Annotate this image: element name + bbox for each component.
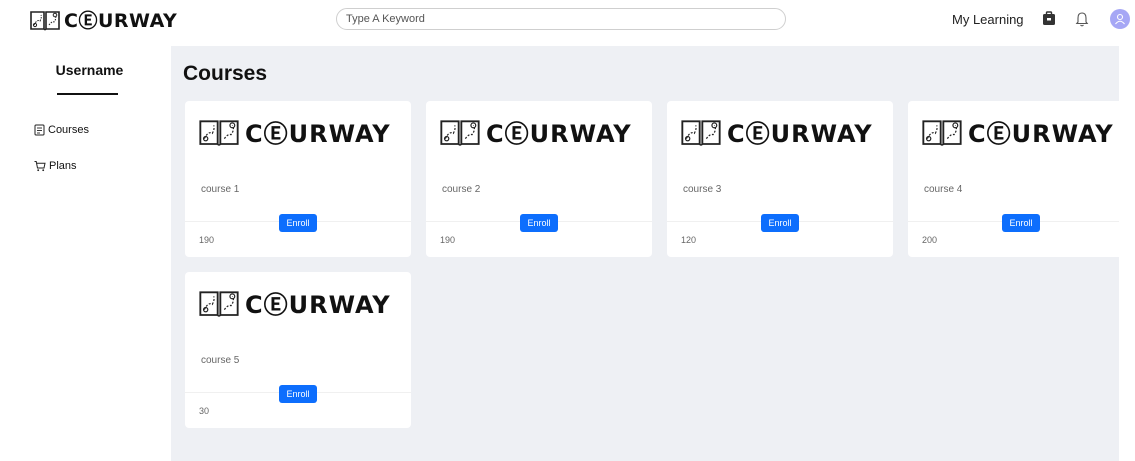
main-content: Courses CⒺURWAY course 1 Enroll 190 CⒺUR… [171,46,1134,461]
sidebar-item-label: Courses [48,124,89,136]
brand-name: CⒺURWAY [64,10,178,32]
enroll-button[interactable]: Enroll [279,214,317,232]
course-card[interactable]: CⒺURWAY course 1 Enroll 190 [185,101,411,257]
course-logo-text: CⒺURWAY [245,120,391,148]
sidebar-username: Username [55,62,124,78]
username-divider [57,93,118,95]
course-logo: CⒺURWAY [440,114,632,149]
course-name: course 3 [683,184,722,195]
course-price: 120 [681,235,697,245]
my-learning-link[interactable]: My Learning [952,12,1024,27]
book-map-icon [199,119,239,146]
user-avatar[interactable] [1110,9,1130,29]
book-map-icon [922,119,962,146]
course-name: course 1 [201,184,240,195]
sidebar-item-plans[interactable]: Plans [34,160,77,172]
course-price: 190 [199,235,215,245]
course-name: course 4 [924,184,963,195]
brand-logo[interactable]: CⒺURWAY [30,6,177,33]
sidebar-item-courses[interactable]: Courses [34,124,89,136]
briefcase-icon[interactable] [1040,10,1058,28]
cart-icon [34,161,46,172]
course-price: 190 [440,235,456,245]
page-title: Courses [183,62,268,85]
book-map-icon [440,119,480,146]
enroll-button[interactable]: Enroll [279,385,317,403]
course-logo-text: CⒺURWAY [486,120,632,148]
course-price: 200 [922,235,938,245]
enroll-button[interactable]: Enroll [761,214,799,232]
enroll-button[interactable]: Enroll [1002,214,1040,232]
enroll-button[interactable]: Enroll [520,214,558,232]
course-card[interactable]: CⒺURWAY course 3 Enroll 120 [667,101,893,257]
book-map-icon [30,10,60,30]
sidebar: Username Courses Plans [8,46,171,461]
course-name: course 5 [201,355,240,366]
sidebar-item-label: Plans [49,160,77,172]
course-name: course 2 [442,184,481,195]
user-icon [1115,13,1125,25]
course-logo: CⒺURWAY [199,285,391,320]
book-map-icon [199,290,239,317]
course-logo-text: CⒺURWAY [968,120,1114,148]
search-input[interactable] [336,8,786,30]
course-logo-text: CⒺURWAY [245,291,391,319]
course-price: 30 [199,406,210,416]
course-card[interactable]: CⒺURWAY course 5 Enroll 30 [185,272,411,428]
course-logo: CⒺURWAY [681,114,873,149]
document-icon [34,124,45,136]
course-logo: CⒺURWAY [199,114,391,149]
course-card[interactable]: CⒺURWAY course 4 Enroll 200 [908,101,1134,257]
bell-icon[interactable] [1073,10,1091,28]
book-map-icon [681,119,721,146]
course-logo-text: CⒺURWAY [727,120,873,148]
top-navbar: CⒺURWAY My Learning [0,0,1135,44]
course-card[interactable]: CⒺURWAY course 2 Enroll 190 [426,101,652,257]
right-gutter [1119,46,1135,461]
course-logo: CⒺURWAY [922,114,1114,149]
